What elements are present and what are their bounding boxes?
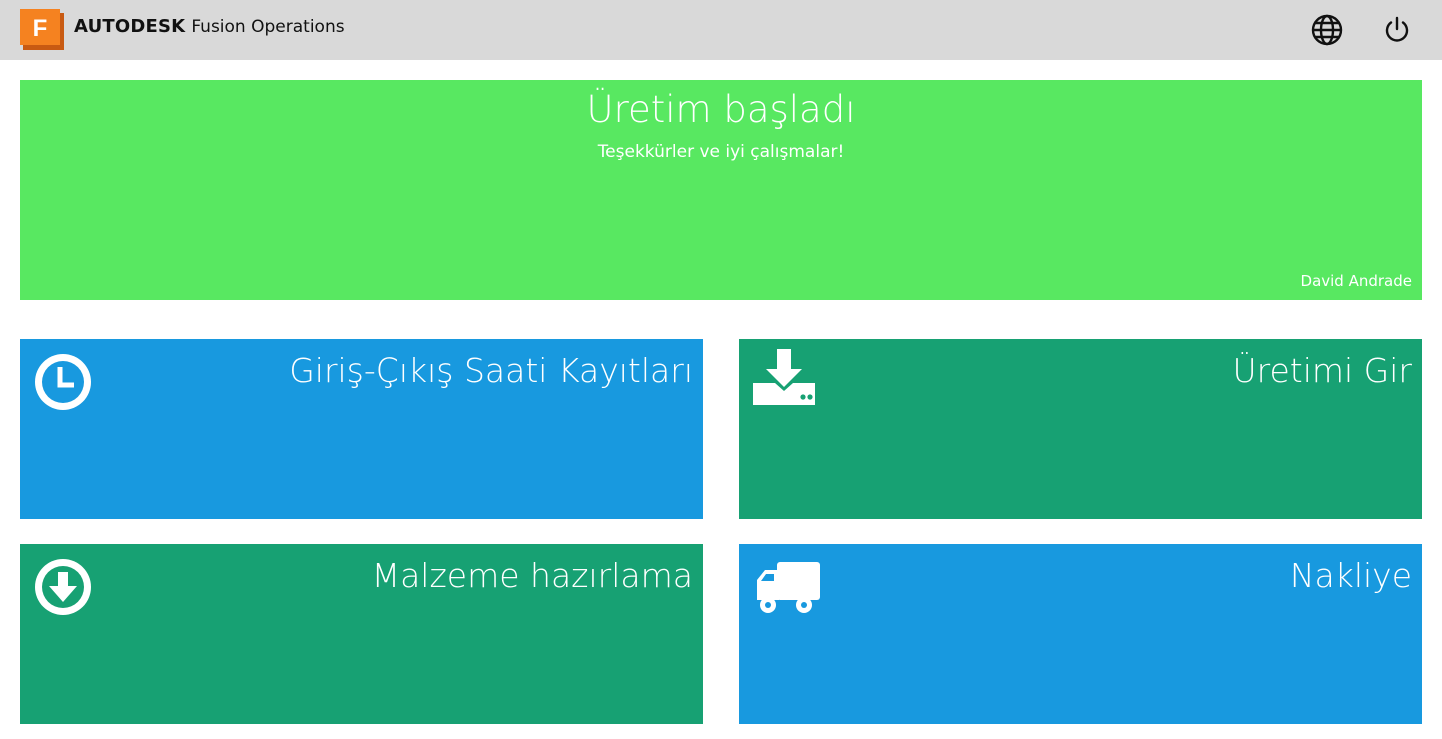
banner-subtitle: Teşekkürler ve iyi çalışmalar! bbox=[597, 142, 845, 162]
truck-icon bbox=[755, 562, 821, 620]
brand-name: AUTODESK bbox=[74, 16, 186, 37]
download-drive-icon bbox=[753, 349, 815, 411]
arrow-down-circle-icon bbox=[34, 558, 92, 620]
tile-label: Üretimi Gir bbox=[1232, 351, 1412, 390]
tile-label: Giriş-Çıkış Saati Kayıtları bbox=[289, 351, 693, 390]
tile-clock-records[interactable]: Giriş-Çıkış Saati Kayıtları bbox=[20, 339, 703, 519]
app-brand: AUTODESK Fusion Operations bbox=[74, 16, 345, 37]
tile-label: Malzeme hazırlama bbox=[371, 556, 693, 595]
top-header: F AUTODESK Fusion Operations bbox=[0, 0, 1442, 60]
status-banner: Üretim başladı Teşekkürler ve iyi çalışm… bbox=[20, 80, 1422, 300]
current-user: David Andrade bbox=[1300, 272, 1412, 290]
banner-title: Üretim başladı bbox=[586, 88, 856, 131]
tile-label: Nakliye bbox=[1289, 556, 1412, 595]
svg-text:F: F bbox=[33, 15, 48, 42]
tile-enter-production[interactable]: Üretimi Gir bbox=[739, 339, 1422, 519]
clock-icon bbox=[34, 353, 92, 415]
product-name: Fusion Operations bbox=[191, 17, 345, 37]
tile-shipping[interactable]: Nakliye bbox=[739, 544, 1422, 724]
power-icon[interactable] bbox=[1381, 14, 1413, 46]
tile-material-prep[interactable]: Malzeme hazırlama bbox=[20, 544, 703, 724]
fusion-logo-icon: F bbox=[20, 9, 64, 50]
globe-icon[interactable] bbox=[1311, 14, 1343, 46]
